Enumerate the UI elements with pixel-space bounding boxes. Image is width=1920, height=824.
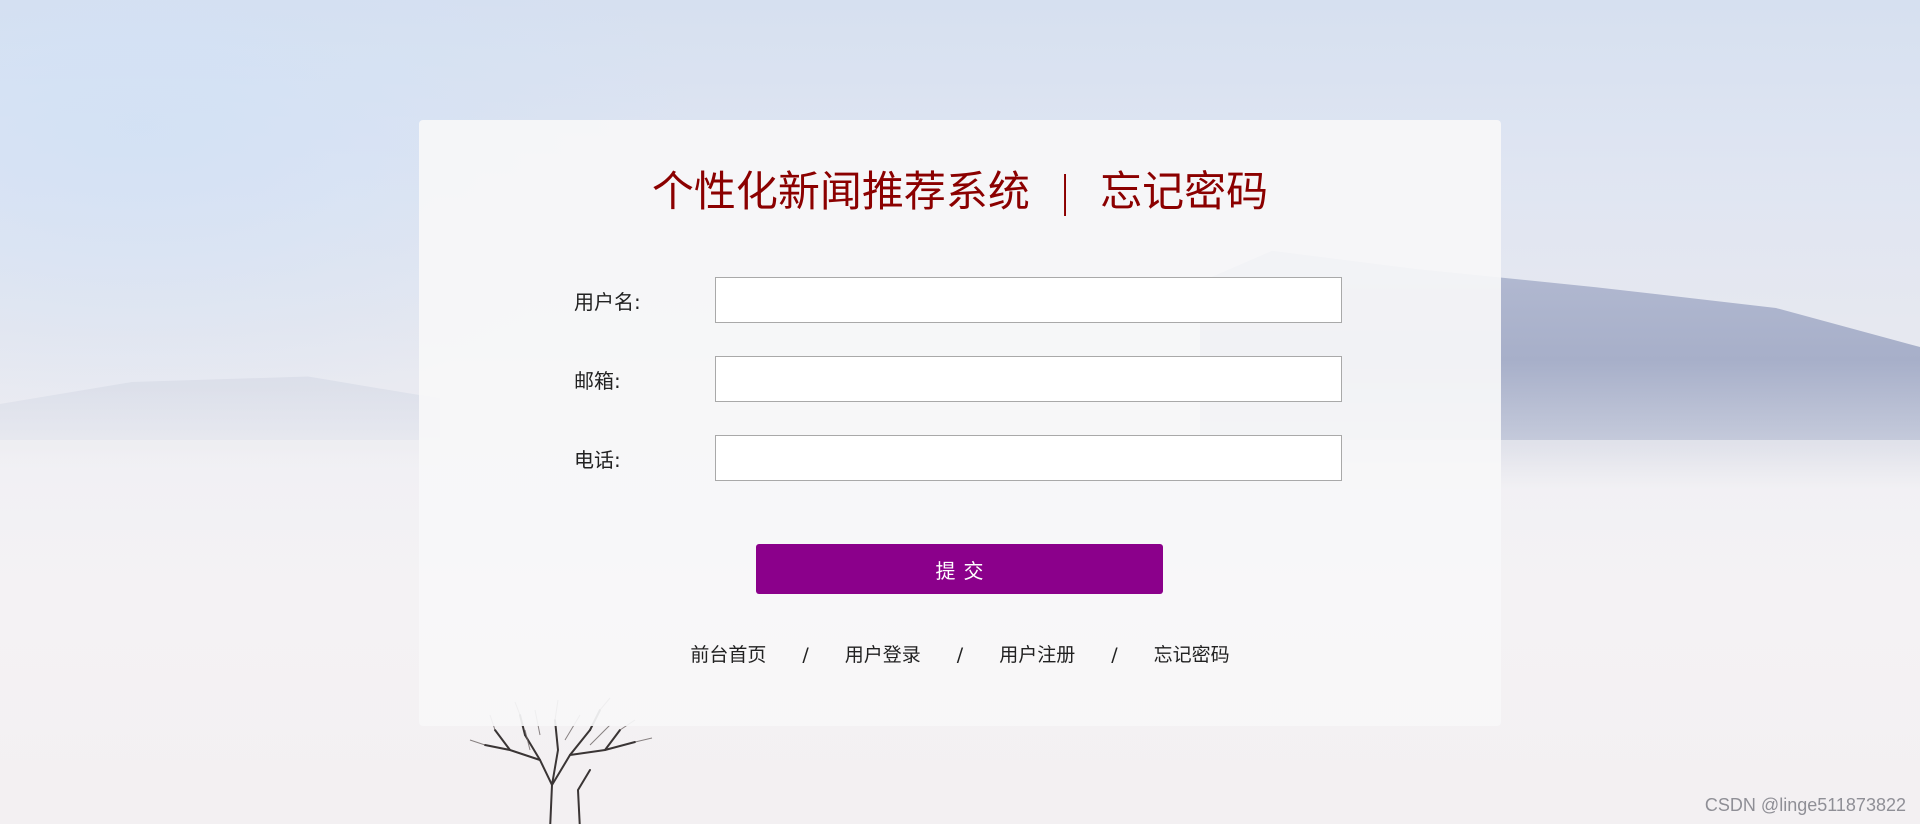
username-label: 用户名: [574,290,641,314]
link-home[interactable]: 前台首页 [690,644,766,666]
footer-nav: 前台首页 / 用户登录 / 用户注册 / 忘记密码 [419,640,1501,667]
system-name: 个性化新闻推荐系统 [651,167,1030,216]
phone-label: 电话: [574,448,621,472]
watermark: CSDN @linge511873822 [1704,795,1906,815]
phone-input[interactable] [715,435,1342,481]
username-input[interactable] [715,277,1342,323]
link-login[interactable]: 用户登录 [845,644,921,666]
link-forgot-password[interactable]: 忘记密码 [1154,644,1230,666]
email-input[interactable] [715,356,1342,402]
nav-separator: / [956,644,964,666]
submit-button[interactable]: 提交 [756,544,1163,594]
nav-separator: / [1111,644,1118,666]
page-name: 忘记密码 [1100,167,1269,216]
link-register[interactable]: 用户注册 [999,644,1075,666]
title-separator: | [1057,167,1073,216]
nav-separator: / [802,644,809,666]
page-title: 个性化新闻推荐系统 | 忘记密码 [419,162,1501,222]
email-label: 邮箱: [574,369,621,393]
forgot-password-panel: 个性化新闻推荐系统 | 忘记密码 用户名: 邮箱: 电话: 提交 前台首页 / 用户登录… [419,120,1501,726]
